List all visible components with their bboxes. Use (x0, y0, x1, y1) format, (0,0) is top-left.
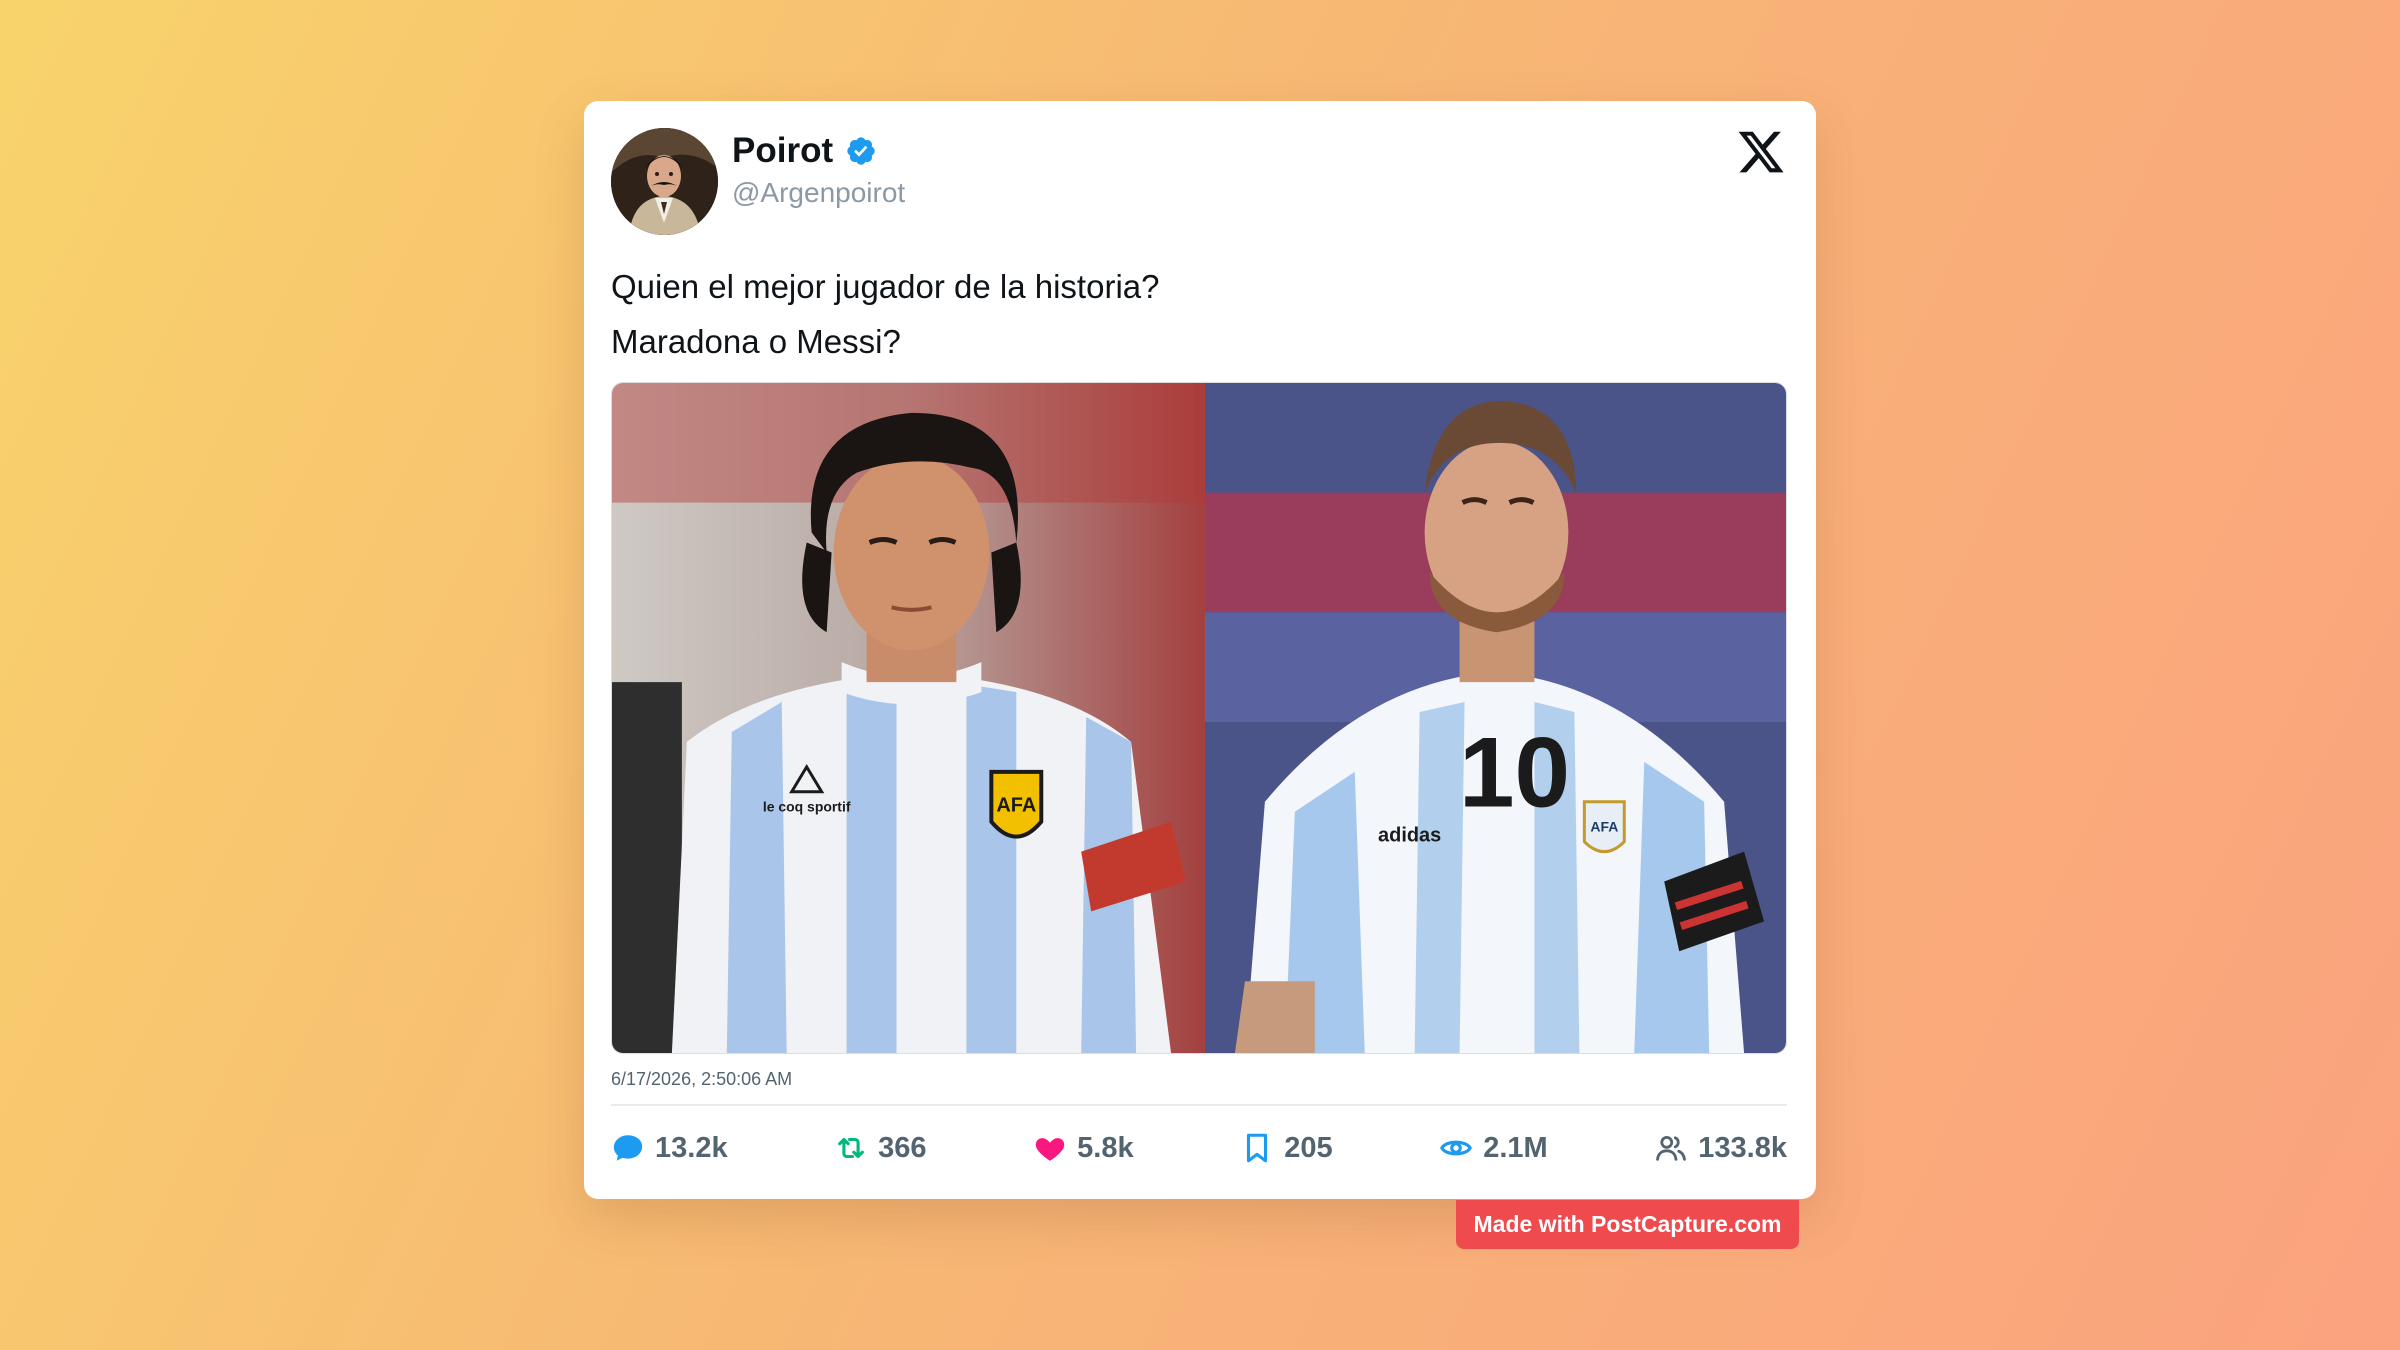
heart-icon (1035, 1138, 1065, 1161)
maradona-photo-illustration: AFA le coq sportif (612, 383, 1205, 1053)
stat-views-value: 2.1M (1483, 1131, 1548, 1164)
stat-views[interactable]: 2.1M (1439, 1131, 1548, 1165)
right-crest-text: AFA (1590, 819, 1618, 835)
stat-retweets[interactable]: 366 (834, 1131, 927, 1165)
stat-retweets-value: 366 (878, 1131, 927, 1164)
stat-replies[interactable]: 13.2k (611, 1131, 728, 1165)
stat-replies-value: 13.2k (655, 1131, 728, 1164)
author-avatar[interactable] (611, 128, 718, 235)
postcapture-watermark[interactable]: Made with PostCapture.com (1456, 1200, 1799, 1249)
users-icon (1656, 1135, 1687, 1161)
stat-likes[interactable]: 5.8k (1033, 1131, 1134, 1165)
stat-followers-value: 133.8k (1698, 1131, 1787, 1164)
comment-icon (613, 1135, 643, 1161)
x-logo-icon[interactable] (1736, 127, 1786, 177)
maradona-photo: AFA le coq sportif (612, 383, 1205, 1053)
right-jersey-brand: adidas (1378, 825, 1441, 847)
left-crest-text: AFA (996, 795, 1036, 817)
author-handle[interactable]: @Argenpoirot (732, 177, 905, 209)
tweet-text-line: Quien el mejor jugador de la historia? (611, 268, 1160, 305)
tweet-text: Quien el mejor jugador de la historia? M… (611, 259, 1159, 369)
tweet-timestamp: 6/17/2026, 2:50:06 AM (611, 1069, 793, 1089)
author-name[interactable]: Poirot (732, 131, 833, 171)
avatar-portrait (611, 128, 718, 235)
verified-badge-icon (847, 137, 875, 165)
stat-followers[interactable]: 133.8k (1654, 1131, 1787, 1165)
eye-icon (1440, 1140, 1473, 1156)
right-jersey-number: 10 (1459, 718, 1570, 829)
tweet-media[interactable]: AFA le coq sportif 10 adidas AFA (611, 382, 1787, 1054)
tweet-card: Poirot @Argenpoirot Quien el mejor jugad… (584, 101, 1816, 1199)
stat-bookmarks[interactable]: 205 (1240, 1131, 1333, 1165)
divider (611, 1104, 1787, 1106)
retweet-icon (838, 1137, 865, 1159)
stats-bar: 13.2k 366 5.8k 205 2.1M 133.8k (611, 1123, 1787, 1173)
messi-photo-illustration: 10 adidas AFA (1204, 383, 1786, 1053)
stat-likes-value: 5.8k (1077, 1131, 1134, 1164)
tweet-text-line: Maradona o Messi? (611, 323, 901, 360)
bookmark-icon (1247, 1133, 1268, 1163)
left-jersey-brand: le coq sportif (763, 799, 851, 815)
stat-bookmarks-value: 205 (1284, 1131, 1333, 1164)
author-name-row: Poirot (732, 131, 877, 171)
messi-photo: 10 adidas AFA (1204, 383, 1786, 1053)
